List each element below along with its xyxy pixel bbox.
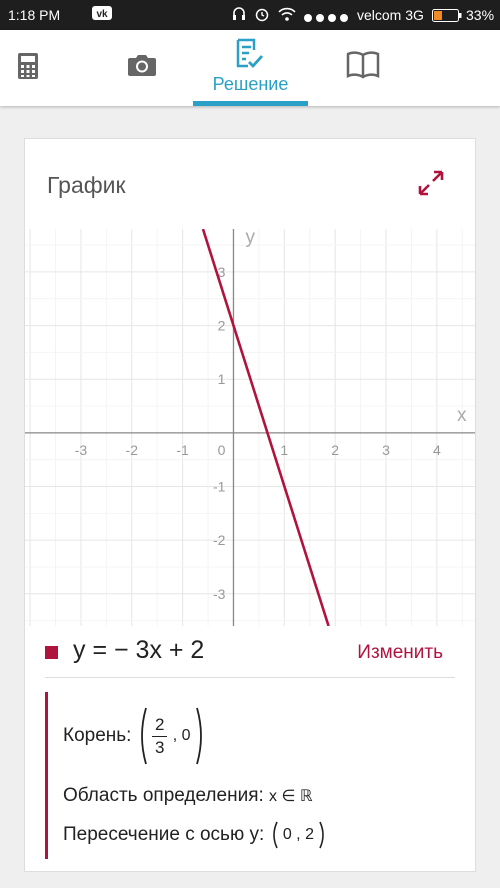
y-intercept-result: Пересечение с осью y: 0 , 2 bbox=[63, 821, 327, 849]
x-tick-label: 0 bbox=[218, 442, 226, 458]
expand-button[interactable] bbox=[413, 165, 449, 201]
app-nav-bar: Решение bbox=[0, 30, 500, 106]
legend-swatch bbox=[45, 646, 58, 659]
close-paren-small-icon bbox=[319, 821, 327, 849]
expand-icon bbox=[418, 170, 444, 196]
domain-label: Область определения: bbox=[63, 785, 264, 806]
function-equation: y = − 3x + 2 bbox=[73, 636, 205, 664]
solution-icon bbox=[236, 38, 264, 69]
close-paren-icon bbox=[195, 706, 206, 766]
root-fraction: 2 3 bbox=[152, 714, 168, 759]
wifi-icon bbox=[278, 6, 296, 25]
vk-icon: vk bbox=[92, 6, 112, 23]
intercept-label: Пересечение с осью y: bbox=[63, 824, 265, 846]
headphones-icon bbox=[232, 7, 246, 24]
edit-button[interactable]: Изменить bbox=[357, 642, 443, 664]
root-label: Корень: bbox=[63, 725, 132, 747]
open-paren-icon bbox=[137, 706, 147, 766]
legend-row: y = − 3x + 2 Изменить bbox=[25, 629, 477, 679]
x-tick-label: -3 bbox=[75, 442, 88, 458]
x-axis-label: x bbox=[457, 405, 467, 426]
function-graph[interactable]: -3 -2 -1 0 1 2 3 4321-1-2-3xy bbox=[25, 229, 475, 626]
y-tick-label: 1 bbox=[218, 371, 226, 387]
root-numerator: 2 bbox=[152, 714, 168, 737]
x-tick-label: 2 bbox=[331, 442, 339, 458]
active-tab-indicator bbox=[193, 101, 308, 106]
x-tick-label: 4 bbox=[433, 442, 441, 458]
tab-calculator[interactable] bbox=[0, 30, 58, 106]
x-tick-label: -2 bbox=[126, 442, 139, 458]
intercept-value: 0 , 2 bbox=[282, 826, 314, 843]
battery-percent: 33% bbox=[466, 7, 495, 23]
book-icon bbox=[346, 51, 380, 79]
y-tick-label: -3 bbox=[213, 586, 226, 602]
tab-camera[interactable] bbox=[110, 30, 174, 106]
svg-text:vk: vk bbox=[96, 9, 108, 20]
results-accent-bar bbox=[45, 692, 48, 859]
x-tick-label: -1 bbox=[176, 442, 189, 458]
y-tick-label: 2 bbox=[218, 318, 226, 334]
tab-solution-label: Решение bbox=[212, 74, 289, 94]
tab-solution[interactable]: Решение bbox=[193, 30, 308, 106]
status-time: 1:18 PM bbox=[8, 7, 61, 23]
tab-book[interactable] bbox=[334, 30, 392, 106]
card-title: График bbox=[47, 172, 126, 198]
open-paren-small-icon bbox=[270, 821, 278, 849]
carrier-name: velcom 3G bbox=[357, 7, 424, 23]
x-tick-label: 1 bbox=[280, 442, 288, 458]
domain-value: x ∈ ℝ bbox=[269, 787, 313, 805]
root-denominator: 3 bbox=[155, 737, 165, 757]
graph-card: График -3 -2 -1 0 1 2 3 4 3 2 1 -1 -2 -3 x y y = − 3x +… bbox=[24, 138, 476, 872]
status-bar: 1:18 PM vk velcom 3G 33% bbox=[0, 0, 500, 30]
y-axis-label: y bbox=[245, 229, 255, 248]
root-result: Корень: 2 3 , 0 bbox=[63, 706, 206, 766]
root-y: , 0 bbox=[172, 727, 191, 744]
alarm-icon bbox=[254, 6, 270, 25]
divider bbox=[45, 677, 455, 678]
domain-result: Область определения: x ∈ ℝ bbox=[63, 785, 313, 807]
y-tick-label: -2 bbox=[213, 532, 226, 548]
battery-icon bbox=[432, 9, 462, 25]
y-tick-label: -1 bbox=[213, 479, 226, 495]
calculator-icon bbox=[18, 53, 38, 79]
signal-dots-icon bbox=[303, 10, 353, 26]
camera-icon bbox=[128, 55, 156, 76]
x-tick-label: 3 bbox=[382, 442, 390, 458]
